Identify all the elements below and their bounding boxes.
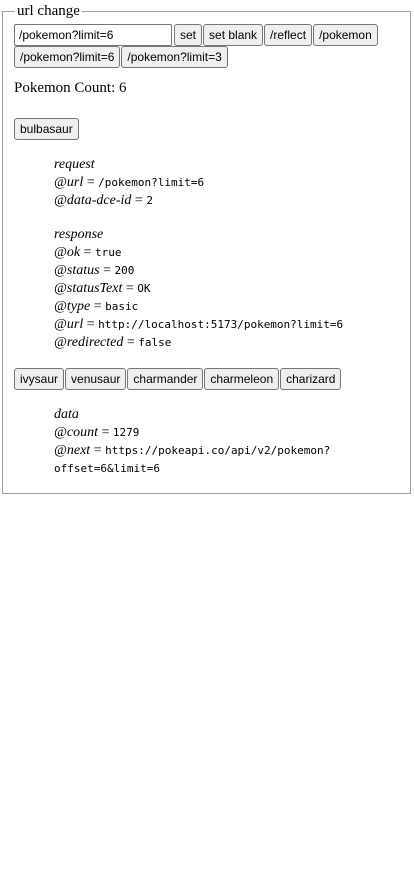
set-blank-button[interactable]: set blank — [203, 24, 264, 46]
data-next-row-cont: offset=6&limit=6 — [54, 462, 160, 475]
pokemon-button-charizard[interactable]: charizard — [280, 368, 342, 390]
pokemon-button-charmander[interactable]: charmander — [127, 368, 204, 390]
pokemon-button[interactable]: /pokemon — [313, 24, 378, 46]
data-block: data @count = 1279 @next = https://pokea… — [54, 406, 330, 478]
url-input[interactable] — [14, 24, 172, 46]
pokemon-button-venusaur[interactable]: venusaur — [65, 368, 127, 390]
data-next-row: @next = https://pokeapi.co/api/v2/pokemo… — [54, 443, 331, 458]
pokemon-count: Pokemon Count: 6 — [14, 80, 127, 96]
pokemon-limit3-button[interactable]: /pokemon?limit=3 — [121, 46, 228, 68]
data-title: data — [54, 407, 79, 422]
pokemon-limit6-button[interactable]: /pokemon?limit=6 — [14, 46, 121, 68]
request-title: request — [54, 157, 95, 172]
response-ok-row: @ok = true — [54, 245, 122, 260]
request-dceid-value: 2 — [146, 194, 153, 207]
response-url-row: @url = http://localhost:5173/pokemon?lim… — [54, 317, 344, 332]
set-button[interactable]: set — [174, 24, 203, 46]
pokemon-button-charmeleon[interactable]: charmeleon — [204, 368, 280, 390]
first-pokemon-row: bulbasaur — [14, 118, 80, 140]
pokemon-button-bulbasaur[interactable]: bulbasaur — [14, 118, 79, 140]
url-controls-row: set set blank /reflect /pokemon — [14, 24, 379, 46]
request-url-row: @url = /pokemon?limit=6 — [54, 175, 205, 190]
response-statustext-row: @statusText = OK — [54, 281, 151, 296]
url-presets-row: /pokemon?limit=6 /pokemon?limit=3 — [14, 46, 229, 68]
reflect-button[interactable]: /reflect — [264, 24, 313, 46]
response-type-row: @type = basic — [54, 299, 139, 314]
response-title: response — [54, 227, 104, 242]
data-count-row: @count = 1279 — [54, 425, 140, 440]
response-redirected-row: @redirected = false — [54, 335, 172, 350]
response-status-row: @status = 200 — [54, 263, 135, 278]
pokemon-list-row: ivysaur venusaur charmander charmeleon c… — [14, 368, 342, 390]
pokemon-button-ivysaur[interactable]: ivysaur — [14, 368, 65, 390]
request-response-block: request @url = /pokemon?limit=6 @data-dc… — [54, 156, 343, 352]
request-dceid-row: @data-dce-id = 2 — [54, 193, 153, 208]
fieldset-legend: url change — [17, 3, 80, 19]
request-url-value: /pokemon?limit=6 — [98, 176, 205, 189]
